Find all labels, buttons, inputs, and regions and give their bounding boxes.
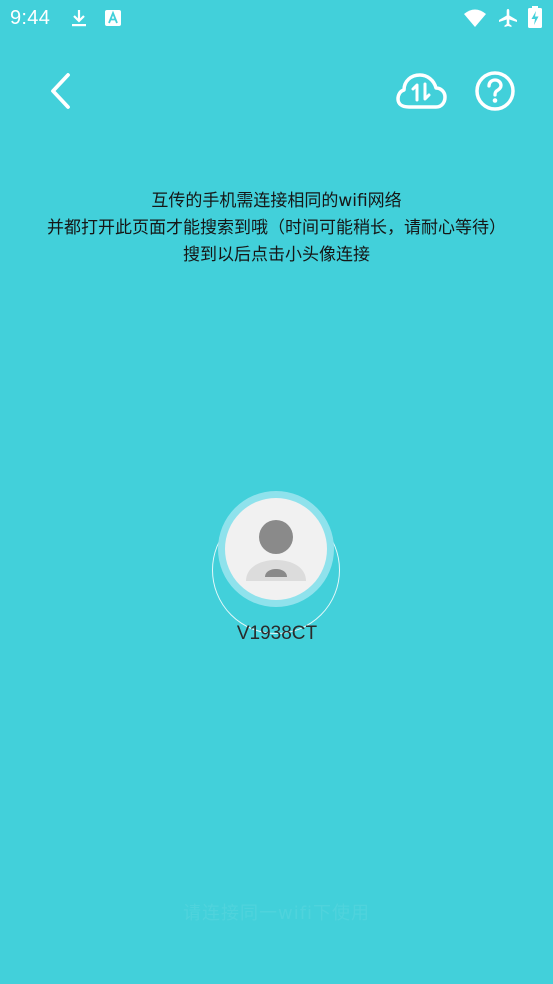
chevron-left-icon	[51, 73, 70, 109]
instruction-line-2: 并都打开此页面才能搜索到哦（时间可能稍长，请耐心等待）	[47, 218, 506, 238]
device-name: V1938CT	[236, 623, 318, 644]
back-button[interactable]	[44, 70, 78, 112]
instruction-line-1: 互传的手机需连接相同的wifi网络	[151, 191, 402, 211]
person-avatar-icon	[246, 520, 306, 581]
help-button[interactable]	[474, 70, 516, 112]
wifi-icon	[463, 8, 487, 28]
app-a-icon	[103, 8, 123, 28]
battery-charging-icon	[528, 6, 542, 28]
airplane-icon	[497, 8, 519, 28]
device-avatar[interactable]	[225, 498, 327, 600]
download-icon	[69, 8, 89, 28]
instruction-line-3: 搜到以后点击小头像连接	[183, 245, 370, 265]
help-circle-icon	[475, 71, 515, 111]
cloud-transfer-button[interactable]	[396, 70, 448, 112]
cloud-transfer-icon	[396, 73, 447, 109]
device-item[interactable]: V1938CT	[207, 489, 347, 659]
footer-hint: 请连接同一wifi下使用	[182, 903, 371, 924]
status-time: 9:44	[10, 7, 51, 29]
instruction-text: 互传的手机需连接相同的wifi网络 并都打开此页面才能搜索到哦（时间可能稍长，请…	[0, 188, 553, 269]
status-bar: 9:44	[0, 0, 553, 38]
